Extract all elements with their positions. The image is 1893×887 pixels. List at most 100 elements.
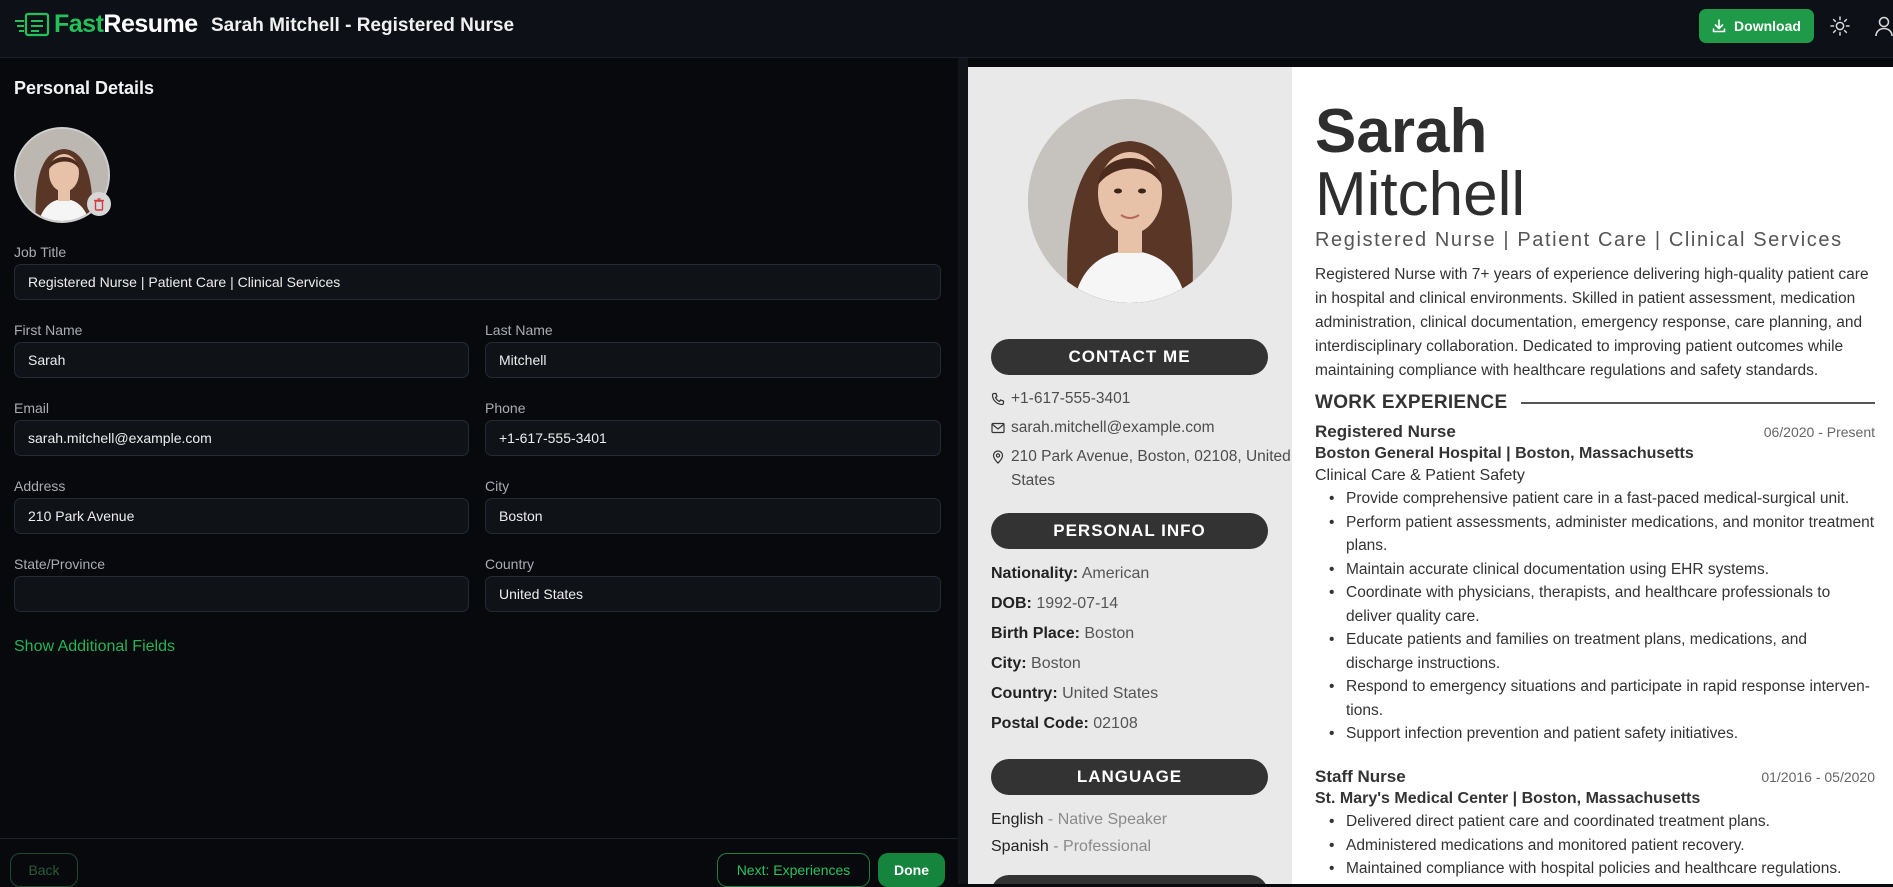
city-input[interactable]: Boston <box>485 498 941 534</box>
heading-rule <box>1521 402 1875 404</box>
form-navigation: Back Next: Experiences Done <box>0 838 958 887</box>
personal-value: American <box>1081 565 1150 582</box>
job-bullet: Administered medications and monitored p… <box>1315 834 1875 858</box>
mail-icon <box>991 422 1005 434</box>
resume-first-name: Sarah <box>1315 97 1488 166</box>
personal-label: Country: <box>991 685 1058 702</box>
address-input[interactable]: 210 Park Avenue <box>14 498 469 534</box>
personal-city: City: Boston <box>991 655 1081 673</box>
resume-summary: Registered Nurse with 7+ years of experi… <box>1315 266 1869 379</box>
country-label: Country <box>485 556 535 572</box>
personal-value: Boston <box>1031 655 1081 672</box>
address-label: Address <box>14 478 66 494</box>
language-name: English <box>991 811 1044 828</box>
language-level: - Professional <box>1048 838 1152 855</box>
job-bullet: Educate patients and families on treatme… <box>1315 628 1875 675</box>
job-bullet: Support infection prevention and patient… <box>1315 722 1875 746</box>
personal-details-form: Personal Details Job Title Registered Nu… <box>0 58 958 887</box>
job-title-label: Job Title <box>14 244 67 260</box>
first-name-input[interactable]: Sarah <box>14 342 469 378</box>
contact-address-text: 210 Park Avenue, Boston, 02108, United S… <box>1011 448 1291 489</box>
resume-preview: CONTACT ME +1-617-555-3401 sarah.mitchel… <box>968 67 1893 884</box>
trash-icon <box>94 197 104 211</box>
show-additional-fields-link[interactable]: Show Additional Fields <box>14 638 175 656</box>
contact-phone: +1-617-555-3401 <box>991 387 1130 411</box>
sun-icon[interactable] <box>1829 15 1851 37</box>
personal-birth-place: Birth Place: Boston <box>991 625 1134 643</box>
phone-icon <box>991 392 1005 406</box>
personal-label: City: <box>991 655 1027 672</box>
phone-label: Phone <box>485 400 526 416</box>
logo-icon <box>15 12 50 36</box>
panel-divider[interactable] <box>958 58 968 884</box>
email-input[interactable]: sarah.mitchell@example.com <box>14 420 469 456</box>
personal-value: 1992-07-14 <box>1036 595 1119 612</box>
download-button[interactable]: Download <box>1699 9 1814 43</box>
job-company: Boston General Hospital | Boston, Massac… <box>1315 445 1694 462</box>
phone-input[interactable]: +1-617-555-3401 <box>485 420 941 456</box>
job-bullet: Maintain accurate clinical documentation… <box>1315 558 1875 582</box>
next-experiences-button[interactable]: Next: Experiences <box>717 853 870 887</box>
job-date: 06/2020 - Present <box>1763 424 1875 440</box>
work-experience-title: WORK EXPERIENCE <box>1315 392 1508 413</box>
last-name-input[interactable]: Mitchell <box>485 342 941 378</box>
job-bullet: Coordinate with physicians, therapists, … <box>1315 581 1875 628</box>
language-name: Spanish <box>991 838 1049 855</box>
done-button[interactable]: Done <box>878 853 945 887</box>
country-input[interactable]: United States <box>485 576 941 612</box>
user-icon[interactable] <box>1873 14 1893 38</box>
location-icon <box>992 450 1004 464</box>
state-input[interactable] <box>14 576 469 612</box>
next-sidebar-heading <box>991 875 1268 884</box>
resume-role: Registered Nurse | Patient Care | Clinic… <box>1315 229 1843 251</box>
job-bullet: Provide comprehensive patient care in a … <box>1315 487 1875 511</box>
city-label: City <box>485 478 510 494</box>
personal-info-heading: PERSONAL INFO <box>991 513 1268 549</box>
personal-country: Country: United States <box>991 685 1158 703</box>
job-bullets: Provide comprehensive patient care in a … <box>1315 487 1875 746</box>
personal-postal-code: Postal Code: 02108 <box>991 715 1138 733</box>
personal-dob: DOB: 1992-07-14 <box>991 595 1118 613</box>
job-company: St. Mary's Medical Center | Boston, Mass… <box>1315 790 1701 807</box>
personal-label: Nationality: <box>991 565 1079 582</box>
state-label: State/Province <box>14 556 106 572</box>
job-bullet: Perform patient assessments, administer … <box>1315 511 1875 558</box>
first-name-label: First Name <box>14 322 83 338</box>
personal-label: DOB: <box>991 595 1032 612</box>
contact-email-text: sarah.mitchell@example.com <box>1011 419 1215 436</box>
logo-text-resume: Resume <box>103 10 198 38</box>
job-date: 01/2016 - 05/2020 <box>1761 769 1875 785</box>
logo-text-fast: Fast <box>54 10 104 38</box>
download-icon <box>1712 19 1726 33</box>
remove-photo-button[interactable] <box>87 192 111 216</box>
resume-sidebar: CONTACT ME +1-617-555-3401 sarah.mitchel… <box>968 67 1292 884</box>
language-level: - Native Speaker <box>1043 811 1168 828</box>
section-title: Personal Details <box>14 78 155 98</box>
personal-value: United States <box>1062 685 1159 702</box>
job-bullet: Maintained compliance with hospital poli… <box>1315 857 1875 881</box>
back-button[interactable]: Back <box>10 853 78 887</box>
personal-label: Postal Code: <box>991 715 1089 732</box>
contact-heading: CONTACT ME <box>991 339 1268 375</box>
document-title[interactable]: Sarah Mitchell - Registered Nurse <box>211 15 514 37</box>
contact-phone-text: +1-617-555-3401 <box>1011 390 1131 407</box>
portrait-icon <box>1028 99 1232 303</box>
resume-photo <box>1028 99 1232 303</box>
personal-nationality: Nationality: American <box>991 565 1149 583</box>
language-spanish: Spanish - Professional <box>991 838 1151 856</box>
contact-address: 210 Park Avenue, Boston, 02108, United S… <box>991 445 1291 493</box>
job-title-input[interactable]: Registered Nurse | Patient Care | Clinic… <box>14 264 941 300</box>
top-bar: Fast Resume Sarah Mitchell - Registered N… <box>0 0 1893 58</box>
job-bullet: Respond to emergency situations and part… <box>1315 675 1875 722</box>
resume-last-name: Mitchell <box>1315 160 1526 229</box>
personal-value: Boston <box>1084 625 1135 642</box>
job-bullets: Delivered direct patient care and coordi… <box>1315 810 1875 881</box>
email-label: Email <box>14 400 50 416</box>
work-experience-heading: WORK EXPERIENCE <box>1315 392 1875 414</box>
job-subtitle: Clinical Care & Patient Safety <box>1315 467 1525 484</box>
last-name-label: Last Name <box>485 322 553 338</box>
job-entry: Registered Nurse 06/2020 - Present Bosto… <box>1315 422 1875 746</box>
download-label: Download <box>1734 18 1801 34</box>
personal-value: 02108 <box>1093 715 1138 732</box>
app-logo[interactable]: Fast Resume <box>14 10 198 39</box>
